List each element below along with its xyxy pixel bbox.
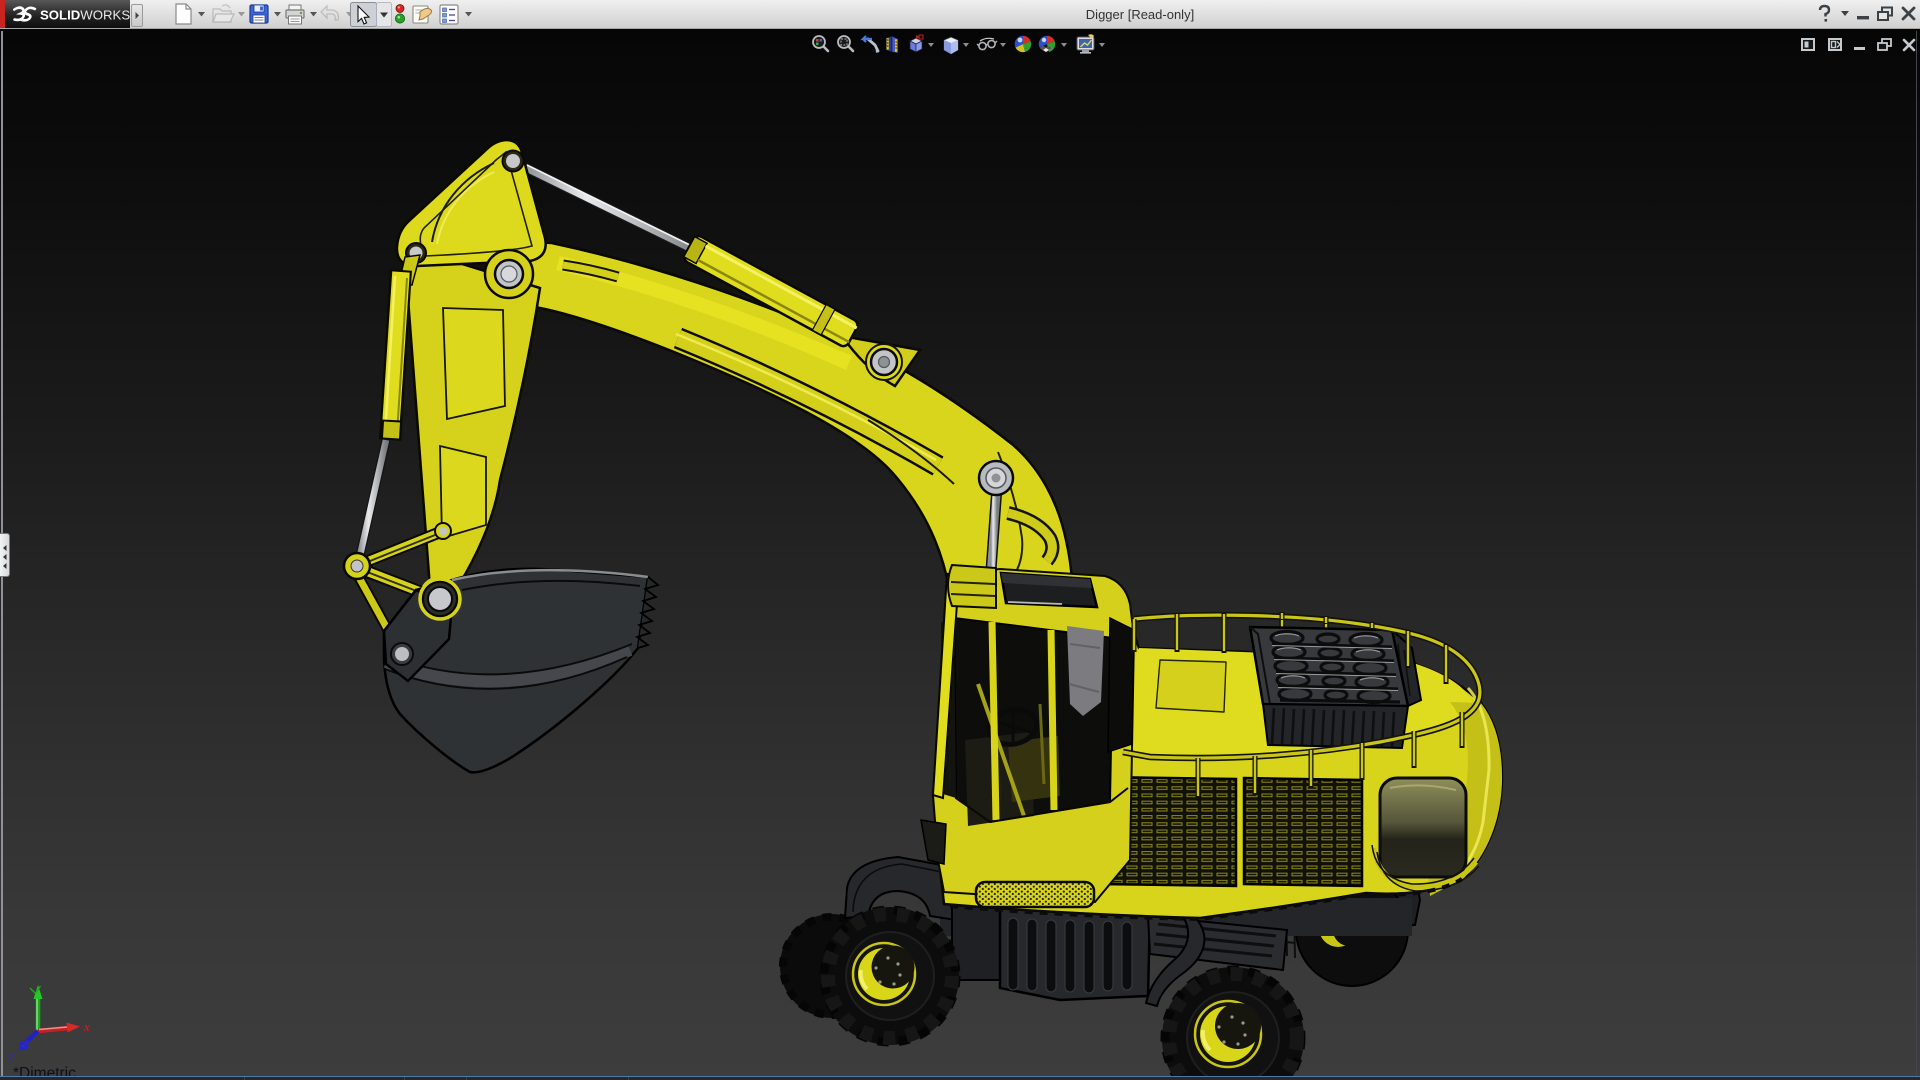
svg-text:x: x [83, 1019, 90, 1034]
svg-text:z: z [8, 1049, 15, 1064]
svg-text:SOLIDWORKS: SOLIDWORKS [40, 8, 130, 23]
